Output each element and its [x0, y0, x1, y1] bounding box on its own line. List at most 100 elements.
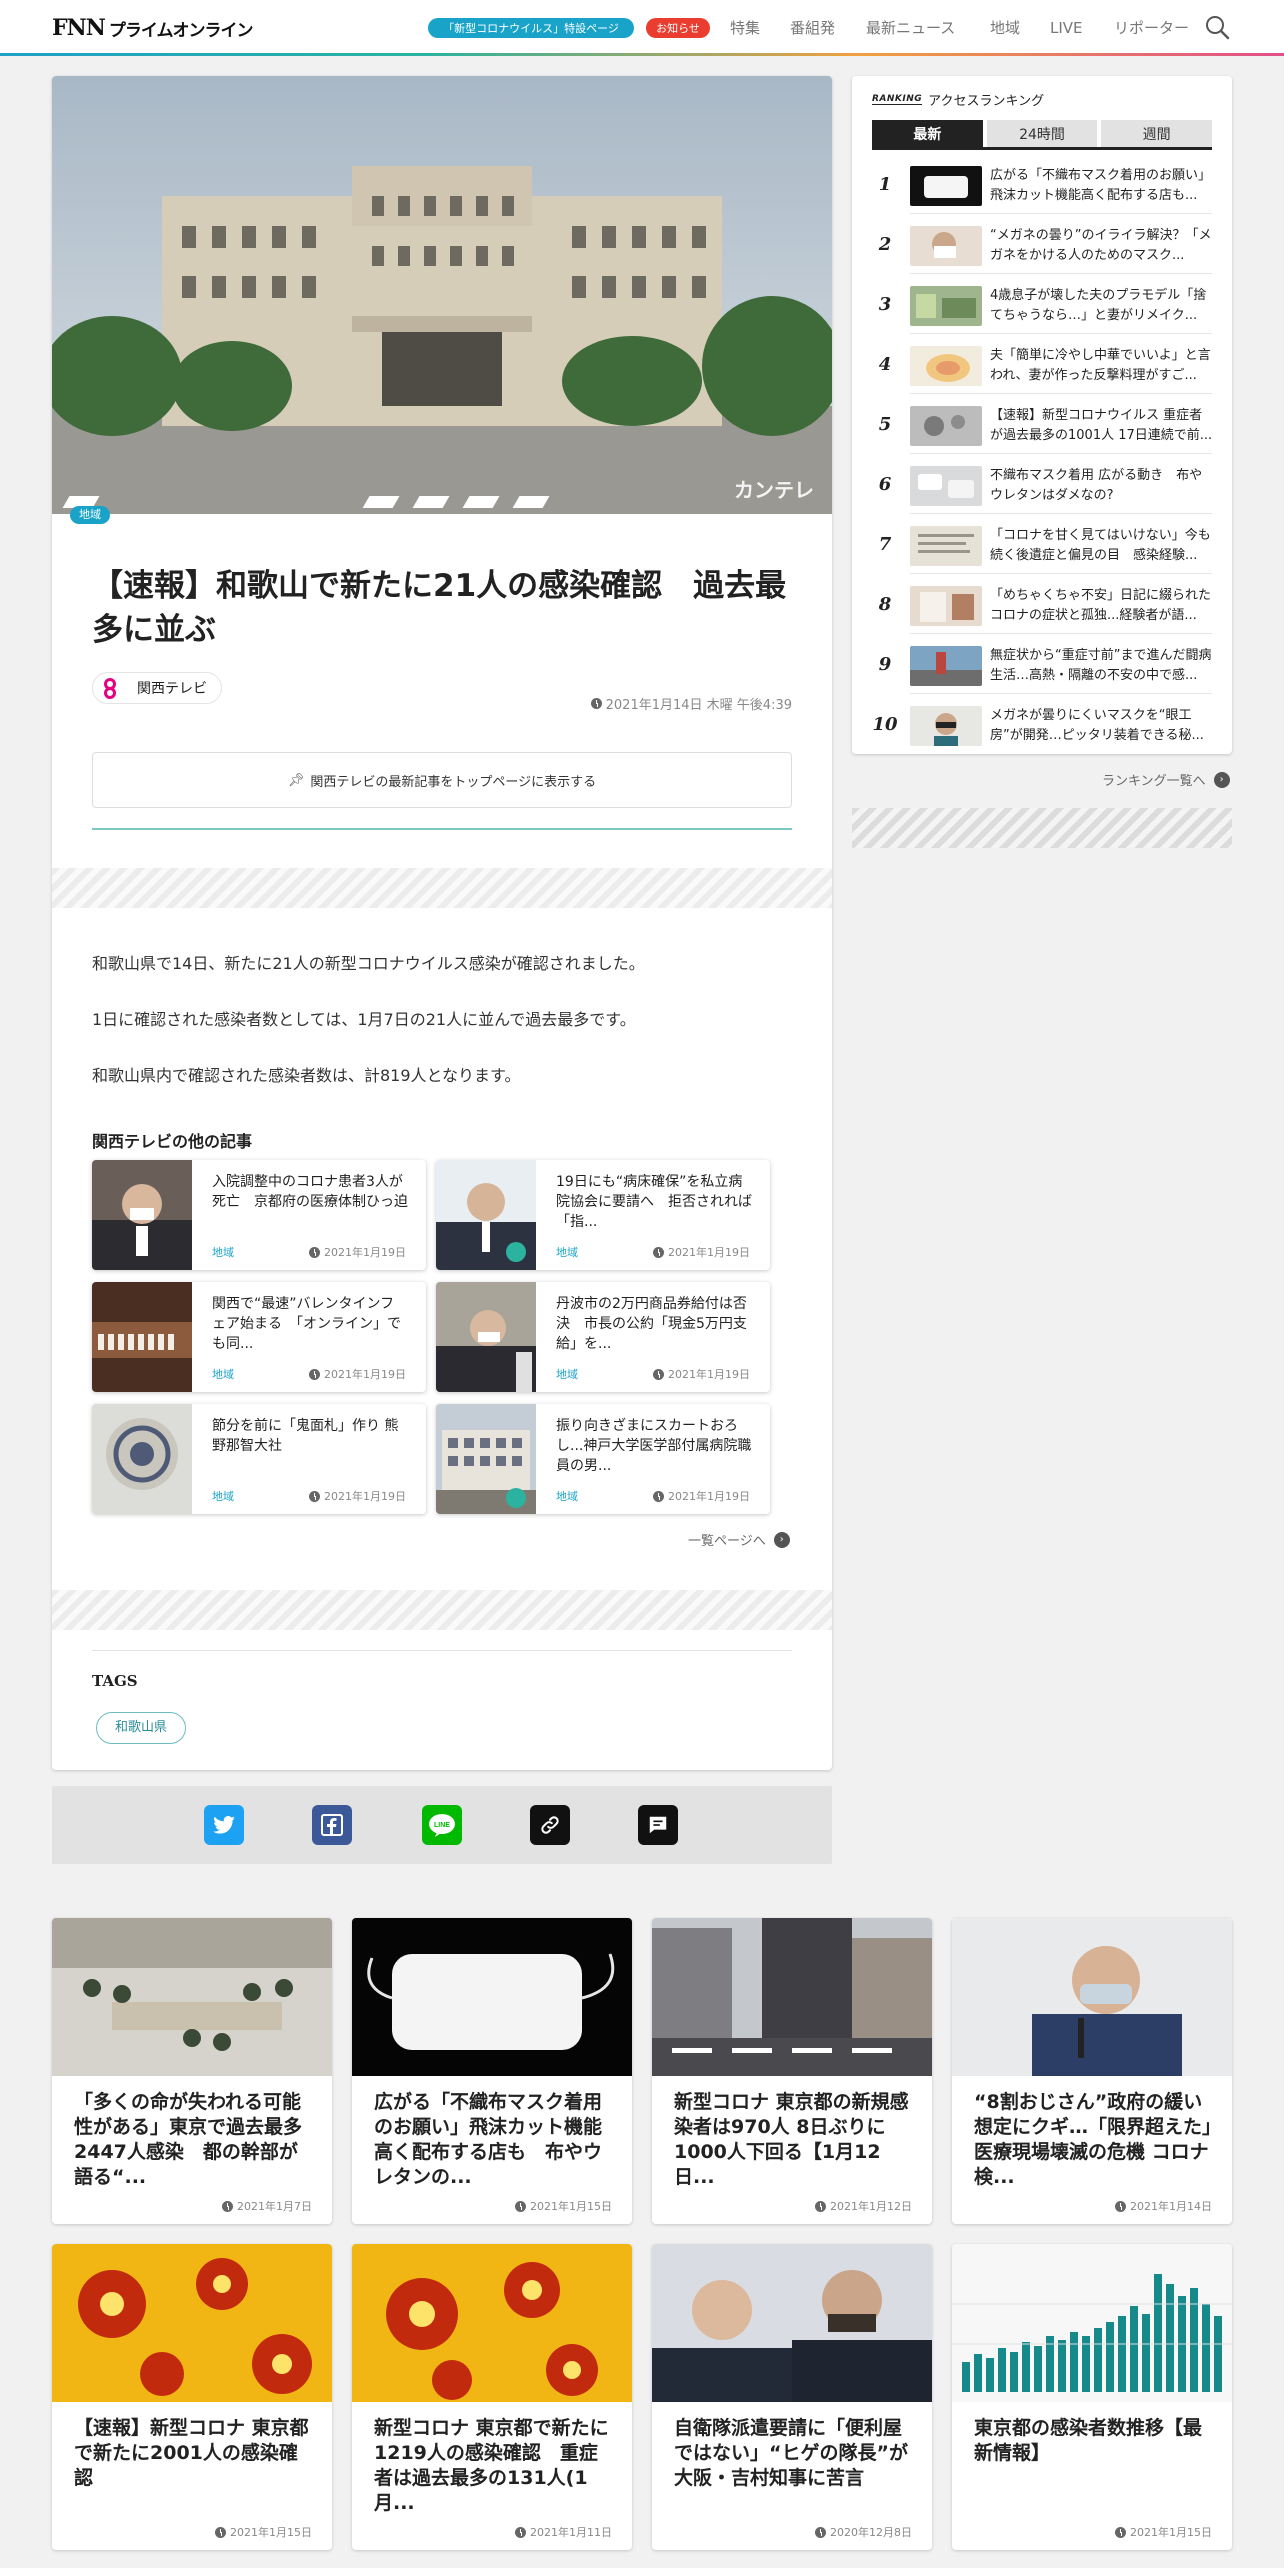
notice-link[interactable]: お知らせ: [646, 18, 710, 38]
hero-watermark: カンテレ: [734, 478, 814, 502]
related-article-card[interactable]: 19日にも“病床確保”を私立病院協会に要請へ 拒否されれば「指... 地域 20…: [436, 1160, 770, 1270]
nav-latest-news[interactable]: 最新ニュース: [866, 18, 955, 38]
related-thumbnail: [436, 1282, 536, 1392]
article-thumbnail: [352, 2244, 632, 2402]
ranking-thumbnail: [910, 706, 982, 746]
related-article-card[interactable]: 入院調整中のコロナ患者3人が死亡 京都府の医療体制ひっ迫 地域 2021年1月1…: [92, 1160, 426, 1270]
related-article-card[interactable]: 振り向きざまにスカートおろし...神戸大学医学部付属病院職員の男... 地域 2…: [436, 1404, 770, 1514]
share-bar: LINE: [52, 1786, 832, 1864]
clock-icon: [309, 1246, 320, 1258]
ranking-item[interactable]: 8 「めちゃくちゃ不安」日記に綴られたコロナの症状と孤独...経験者が語...: [852, 574, 1232, 634]
clock-icon: [309, 1368, 320, 1380]
clock-icon: [815, 2526, 826, 2538]
search-icon[interactable]: [1204, 14, 1230, 40]
tab-24h[interactable]: 24時間: [986, 120, 1098, 147]
logo-name: プライムオンライン: [108, 20, 254, 41]
article-title: 【速報】和歌山で新たに21人の感染確認 過去最多に並ぶ: [92, 568, 787, 648]
article-thumbnail: [52, 2244, 332, 2402]
related-article-card[interactable]: 丹波市の2万円商品券給付は否決 市長の公約「現金5万円支給」を... 地域 20…: [436, 1282, 770, 1392]
ranking-more-link[interactable]: ランキング一覧へ ›: [1102, 770, 1230, 789]
related-thumbnail: [436, 1404, 536, 1514]
related-thumbnail: [92, 1160, 192, 1270]
hero-image: カンテレ: [52, 76, 832, 514]
kantele-logo-icon: [104, 678, 116, 699]
recommended-article-card[interactable]: 新型コロナ 東京都の新規感染者は970人 8日ぶりに1000人下回る【1月12日…: [652, 1918, 932, 2224]
article-date: 2021年1月14日 木曜 午後4:39: [590, 694, 792, 713]
tab-weekly[interactable]: 週間: [1101, 120, 1213, 147]
article-thumbnail: [52, 1918, 332, 2076]
recommended-article-card[interactable]: 自衛隊派遣要請に「便利屋ではない」“ヒゲの隊長”が大阪・吉村知事に苦言 2020…: [652, 2244, 932, 2550]
tags-heading: TAGS: [92, 1672, 138, 1690]
nav-region[interactable]: 地域: [990, 18, 1020, 38]
recommended-article-card[interactable]: 広がる「不織布マスク着用のお願い」飛沫カット機能高く配布する店も 布やウレタンの…: [352, 1918, 632, 2224]
source-name: 関西テレビ: [137, 681, 207, 697]
clock-icon: [653, 1368, 664, 1380]
ranking-thumbnail: [910, 646, 982, 686]
ranking-panel: RANKING アクセスランキング 最新 24時間 週間 1 広がる「不織布マス…: [852, 76, 1232, 754]
link-icon[interactable]: [530, 1805, 570, 1845]
nav-features[interactable]: 特集: [730, 18, 760, 38]
tab-latest[interactable]: 最新: [872, 120, 983, 147]
svg-text:LINE: LINE: [434, 1822, 450, 1829]
pin-icon: 📌︎: [287, 772, 305, 788]
clock-icon: [515, 2526, 526, 2538]
tag-chip[interactable]: 和歌山県: [96, 1712, 187, 1744]
related-heading: 関西テレビの他の記事: [92, 1132, 253, 1151]
related-thumbnail: [92, 1404, 192, 1514]
ranking-thumbnail: [910, 526, 982, 566]
article-thumbnail: [352, 1918, 632, 2076]
divider: [92, 1650, 792, 1651]
ranking-thumbnail: [910, 286, 982, 326]
article-paragraph: 1日に確認された感染者数としては、1月7日の21人に並んで過去最多です。: [92, 1010, 636, 1029]
ranking-item[interactable]: 3 4歳息子が壊した夫のプラモデル「捨てちゃうなら…」と妻がリメイク...: [852, 274, 1232, 334]
recommended-article-card[interactable]: “8割おじさん”政府の緩い想定にクギ…「限界超えた」医療現場壊滅の危機 コロナ検…: [952, 1918, 1232, 2224]
ranking-item[interactable]: 1 広がる「不織布マスク着用のお願い」飛沫カット機能高く配布する店も...: [852, 154, 1232, 214]
clock-icon: [590, 698, 602, 709]
article-thumbnail: [652, 2244, 932, 2402]
ranking-thumbnail: [910, 346, 982, 386]
article-thumbnail: [952, 1918, 1232, 2076]
ranking-item[interactable]: 2 “メガネの曇り”のイライラ解決？「メガネをかける人のためのマスク...: [852, 214, 1232, 274]
ranking-thumbnail: [910, 166, 982, 206]
ranking-item[interactable]: 7 「コロナを甘く見てはいけない」今も続く後遺症と偏見の目 感染経験...: [852, 514, 1232, 574]
ranking-item[interactable]: 10 メガネが曇りにくいマスクを“眼工房”が開発…ピッタリ装着できる秘...: [852, 694, 1232, 754]
clock-icon: [222, 2200, 233, 2212]
nav-programs[interactable]: 番組発: [790, 18, 835, 38]
related-article-card[interactable]: 節分を前に「鬼面札」作り 熊野那智大社 地域 2021年1月19日: [92, 1404, 426, 1514]
recommended-article-card[interactable]: 「多くの命が失われる可能性がある」東京で過去最多2447人感染 都の幹部が語る“…: [52, 1918, 332, 2224]
article-thumbnail: [952, 2244, 1232, 2402]
ad-placeholder: [852, 808, 1232, 848]
category-badge[interactable]: 地域: [70, 506, 110, 524]
corona-special-link[interactable]: 「新型コロナウイルス」特設ページ: [428, 18, 634, 38]
recommended-article-card[interactable]: 新型コロナ 東京都で新たに1219人の感染確認 重症者は過去最多の131人(1月…: [352, 2244, 632, 2550]
related-article-card[interactable]: 関西で“最速”バレンタインフェア始まる 「オンライン」でも同... 地域 202…: [92, 1282, 426, 1392]
related-thumbnail: [92, 1282, 192, 1392]
twitter-icon[interactable]: [204, 1805, 244, 1845]
ranking-item[interactable]: 4 夫「簡単に冷やし中華でいいよ」と言われ、妻が作った反撃料理がすご...: [852, 334, 1232, 394]
logo-fnn: FNN: [52, 15, 106, 41]
ranking-thumbnail: [910, 466, 982, 506]
follow-source-button[interactable]: 📌︎ 関西テレビの最新記事をトップページに表示する: [92, 752, 792, 808]
ranking-heading: RANKING アクセスランキング: [872, 94, 1045, 109]
nav-reporter[interactable]: リポーター: [1114, 18, 1189, 38]
ranking-item[interactable]: 5 【速報】新型コロナウイルス 重症者が過去最多の1001人 17日連続で前..…: [852, 394, 1232, 454]
recommended-article-card[interactable]: 【速報】新型コロナ 東京都で新たに2001人の感染確認 2021年1月15日: [52, 2244, 332, 2550]
ranking-tabs: 最新 24時間 週間: [872, 120, 1213, 150]
nav-live[interactable]: LIVE: [1050, 18, 1083, 38]
clock-icon: [515, 2200, 526, 2212]
clock-icon: [1115, 2200, 1126, 2212]
site-logo[interactable]: FNN プライムオンライン: [52, 15, 254, 41]
line-icon[interactable]: LINE: [422, 1805, 462, 1845]
facebook-icon[interactable]: [312, 1805, 352, 1845]
clock-icon: [815, 2200, 826, 2212]
comment-icon[interactable]: [638, 1805, 678, 1845]
ranking-item[interactable]: 9 無症状から“重症寸前”まで進んだ闘病生活…高熱・隔離の不安の中で感...: [852, 634, 1232, 694]
ranking-item[interactable]: 6 不織布マスク着用 広がる動き 布やウレタンはダメなの?: [852, 454, 1232, 514]
divider: [92, 828, 792, 830]
recommended-article-card[interactable]: 東京都の感染者数推移【最新情報】 2021年1月15日: [952, 2244, 1232, 2550]
clock-icon: [653, 1246, 664, 1258]
related-more-link[interactable]: 一覧ページへ ›: [688, 1530, 790, 1549]
source-badge[interactable]: 関西テレビ: [92, 672, 222, 704]
clock-icon: [1115, 2526, 1126, 2538]
clock-icon: [309, 1490, 320, 1502]
